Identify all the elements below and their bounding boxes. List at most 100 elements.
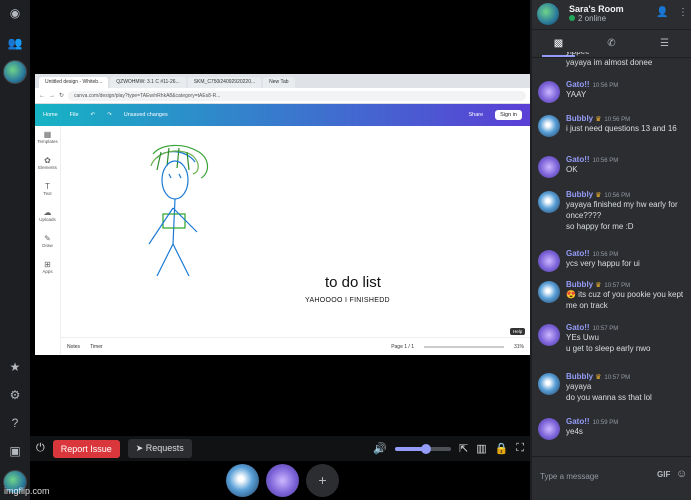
notes-button[interactable]: Notes bbox=[67, 344, 80, 350]
upload-icon: ☁ bbox=[43, 208, 52, 217]
settings-gear-icon[interactable]: ⚙ bbox=[6, 386, 24, 404]
fullscreen-icon[interactable]: ⛶ bbox=[516, 442, 524, 455]
message-text: yayaya im almost donee bbox=[566, 58, 653, 67]
url-field[interactable]: canva.com/design/play?type=TAEw/nRhkA8&c… bbox=[68, 90, 526, 101]
canvas-title[interactable]: to do list bbox=[325, 274, 381, 291]
message-header: Gato!! 10:56 PM bbox=[566, 249, 688, 258]
browser-tab[interactable]: SKM_C750i24092920220... bbox=[187, 77, 262, 88]
message-avatar[interactable] bbox=[538, 418, 560, 440]
participants-bar: + bbox=[30, 461, 530, 500]
message-avatar[interactable] bbox=[538, 281, 560, 303]
sidebar-toggle-icon[interactable]: ▥ bbox=[476, 442, 486, 455]
message-avatar[interactable] bbox=[538, 324, 560, 346]
message-author[interactable]: Gato!! bbox=[566, 155, 590, 164]
message-avatar[interactable] bbox=[538, 250, 560, 272]
message-header: Bubbly ♛ 10:56 PM bbox=[566, 114, 688, 123]
forward-icon[interactable]: → bbox=[49, 93, 55, 99]
sidebar-item-uploads[interactable]: ☁ Uploads bbox=[35, 204, 60, 230]
inbox-icon[interactable]: ▣ bbox=[6, 442, 24, 460]
discord-icon[interactable]: ◉ bbox=[6, 4, 24, 22]
message-header: Bubbly ♛ 10:56 PM bbox=[566, 190, 688, 199]
undo-icon[interactable]: ↶ bbox=[91, 112, 96, 118]
message-text: ye4s bbox=[566, 427, 583, 436]
message-time: 10:56 PM bbox=[592, 83, 619, 89]
address-bar: ← → ↻ canva.com/design/play?type=TAEw/nR… bbox=[35, 88, 530, 104]
message-text: YEs Uwu bbox=[566, 333, 599, 342]
message-list: yippeeyayaya im almost doneeGato!!10:56 … bbox=[532, 52, 691, 456]
message-time: 10:59 PM bbox=[592, 420, 619, 426]
browser-tab[interactable]: Untitled design - Whiteb... bbox=[39, 77, 109, 88]
sidebar-item-text[interactable]: T Text bbox=[35, 178, 60, 204]
message-text: yayaya bbox=[566, 382, 592, 391]
sidebar-item-label: Elements bbox=[38, 165, 57, 170]
message-text: YAAY bbox=[566, 90, 587, 99]
design-canvas[interactable]: to do list YAHOOOO I FINISHEDD bbox=[61, 126, 530, 335]
requests-button[interactable]: ➤ Requests bbox=[127, 439, 192, 458]
message-author[interactable]: Gato!! bbox=[566, 417, 590, 426]
lock-icon[interactable]: 🔒 bbox=[495, 442, 509, 455]
browser-tab[interactable]: QZWOHMW: 3.1 C #11-26... bbox=[110, 77, 186, 88]
more-icon[interactable]: ⋮ bbox=[678, 7, 688, 18]
message-composer: Type a message GIF ☺ bbox=[532, 456, 691, 500]
add-friend-icon[interactable]: 👤 bbox=[656, 7, 668, 18]
message-text: do you wanna ss that lol bbox=[566, 393, 652, 402]
zoom-slider[interactable] bbox=[423, 345, 504, 348]
message-author[interactable]: Bubbly bbox=[566, 114, 593, 123]
friends-icon[interactable]: 👥 bbox=[6, 34, 24, 52]
message-avatar[interactable] bbox=[538, 81, 560, 103]
message-text: so happy for me :D bbox=[566, 222, 634, 231]
message-author[interactable]: Gato!! bbox=[566, 249, 590, 258]
redo-icon[interactable]: ↷ bbox=[107, 112, 112, 118]
message-text: OK bbox=[566, 165, 578, 174]
emoji-icon[interactable]: ☺ bbox=[676, 468, 687, 480]
message-input[interactable]: Type a message bbox=[540, 472, 599, 481]
signin-button[interactable]: Sign in bbox=[495, 110, 522, 120]
volume-knob[interactable] bbox=[420, 443, 431, 454]
shared-screen: Untitled design - Whiteb... QZWOHMW: 3.1… bbox=[35, 74, 530, 355]
app-root: ◉ 👥 ★ ⚙ ? ▣ Untitled design - Whiteb... … bbox=[0, 0, 691, 500]
reload-icon[interactable]: ↻ bbox=[59, 92, 64, 99]
message: Bubbly ♛ 10:57 PM 😍 its cuz of you pookie y… bbox=[532, 280, 691, 311]
sidebar-item-label: Uploads bbox=[39, 217, 56, 222]
file-button[interactable]: File bbox=[70, 112, 79, 118]
participant-avatar[interactable] bbox=[266, 464, 299, 497]
star-icon[interactable]: ★ bbox=[6, 358, 24, 376]
online-count: 2 online bbox=[569, 14, 606, 23]
add-user-icon[interactable]: + bbox=[306, 464, 339, 497]
message-header: Gato!! 10:56 PM bbox=[566, 80, 688, 89]
gif-button[interactable]: GIF bbox=[657, 470, 670, 479]
browser-tab[interactable]: New Tab bbox=[263, 77, 295, 88]
room-avatar bbox=[537, 3, 559, 25]
message-author[interactable]: Gato!! bbox=[566, 323, 590, 332]
message-author[interactable]: Bubbly bbox=[566, 280, 593, 289]
message-author[interactable]: Bubbly bbox=[566, 372, 593, 381]
canvas-subtitle[interactable]: YAHOOOO I FINISHEDD bbox=[305, 297, 390, 304]
message-avatar[interactable] bbox=[538, 191, 560, 213]
server-avatar[interactable] bbox=[3, 60, 27, 84]
message-avatar[interactable] bbox=[538, 156, 560, 178]
volume-slider[interactable] bbox=[394, 443, 451, 454]
home-button[interactable]: Home bbox=[43, 112, 58, 118]
timer-button[interactable]: Timer bbox=[90, 344, 103, 350]
volume-icon[interactable]: 🔊 bbox=[373, 442, 387, 455]
sidebar-item-apps[interactable]: ⊞ Apps bbox=[35, 256, 60, 282]
message-avatar[interactable] bbox=[538, 373, 560, 395]
list-icon: ☰ bbox=[660, 38, 669, 49]
help-icon[interactable]: ? bbox=[6, 414, 24, 432]
back-icon[interactable]: ← bbox=[39, 93, 45, 99]
sidebar-item-draw[interactable]: ✎ Draw bbox=[35, 230, 60, 256]
share-button[interactable]: Share bbox=[468, 112, 483, 118]
help-chip[interactable]: Help bbox=[510, 328, 526, 335]
popout-icon[interactable]: ⇱ bbox=[459, 442, 468, 455]
message: Gato!! 10:56 PM YAAY bbox=[532, 80, 691, 103]
zoom-level: 31% bbox=[513, 343, 524, 350]
report-issue-button[interactable]: Report Issue bbox=[52, 439, 120, 458]
sidebar-item-templates[interactable]: ▦ Templates bbox=[35, 126, 60, 152]
message-time: 10:56 PM bbox=[592, 158, 619, 164]
power-icon[interactable]: ⏻ bbox=[36, 442, 45, 455]
participant-avatar[interactable] bbox=[226, 464, 259, 497]
message-author[interactable]: Bubbly bbox=[566, 190, 593, 199]
sidebar-item-elements[interactable]: ✿ Elements bbox=[35, 152, 60, 178]
message-author[interactable]: Gato!! bbox=[566, 80, 590, 89]
message-avatar[interactable] bbox=[538, 115, 560, 137]
